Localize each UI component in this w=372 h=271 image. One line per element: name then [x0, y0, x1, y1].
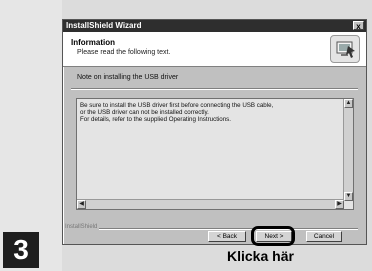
dialog-body: Note on installing the USB driver Be sur… — [63, 67, 366, 217]
instruction-caption: Klicka här — [227, 248, 294, 264]
next-highlight-ring — [251, 226, 295, 246]
divider — [71, 88, 358, 90]
scroll-right-icon[interactable]: ▶ — [335, 200, 344, 209]
header-title: Information — [71, 38, 115, 47]
installshield-dialog: InstallShield Wizard x Information Pleas… — [62, 19, 367, 245]
close-button[interactable]: x — [353, 21, 364, 31]
horizontal-scrollbar[interactable]: ◀ ▶ — [77, 199, 344, 209]
scroll-up-icon[interactable]: ▲ — [344, 99, 353, 108]
textbox-content: Be sure to install the USB driver first … — [80, 102, 335, 123]
footer-divider — [85, 228, 358, 230]
text-line: Be sure to install the USB driver first … — [80, 102, 274, 109]
text-line: For details, refer to the supplied Opera… — [80, 116, 231, 123]
vertical-scrollbar[interactable]: ▲ ▼ — [343, 99, 353, 201]
note-heading: Note on installing the USB driver — [77, 74, 179, 81]
information-textbox[interactable]: Be sure to install the USB driver first … — [76, 98, 354, 210]
header-subtitle: Please read the following text. — [77, 49, 171, 56]
back-button[interactable]: < Back — [208, 231, 246, 242]
window-title: InstallShield Wizard — [66, 21, 142, 30]
title-bar: InstallShield Wizard x — [63, 20, 366, 32]
scroll-left-icon[interactable]: ◀ — [77, 200, 86, 209]
text-line: or the USB driver can not be installed c… — [80, 109, 209, 116]
step-number-badge: 3 — [3, 232, 39, 268]
scroll-down-icon[interactable]: ▼ — [344, 192, 353, 201]
installer-monitor-icon — [330, 35, 360, 63]
cancel-button[interactable]: Cancel — [306, 231, 342, 242]
dialog-header: Information Please read the following te… — [63, 32, 366, 67]
installshield-brand: InstallShield — [65, 224, 100, 230]
